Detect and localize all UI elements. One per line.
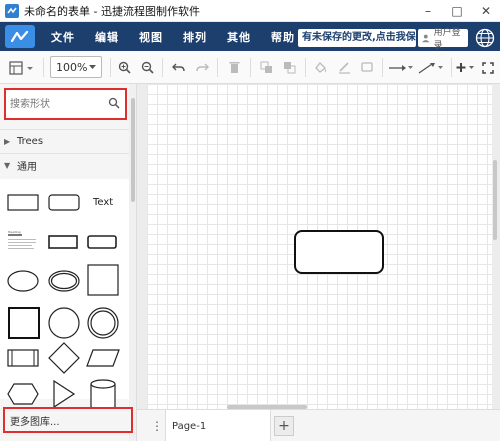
add-page-button[interactable]: + xyxy=(274,416,294,436)
chevron-down-icon xyxy=(89,64,96,69)
insert-icon[interactable] xyxy=(455,59,477,76)
zoom-select[interactable]: 100% xyxy=(50,56,102,78)
minimize-button[interactable]: – xyxy=(414,0,442,22)
menu-other[interactable]: 其他 xyxy=(227,29,251,45)
line-color-icon[interactable] xyxy=(336,59,352,76)
shape-rounded-rectangle[interactable] xyxy=(48,194,80,211)
section-label: 通用 xyxy=(17,162,37,173)
zoom-value: 100% xyxy=(56,60,88,74)
zoom-out-icon[interactable] xyxy=(139,59,155,76)
waypoint-icon[interactable] xyxy=(417,59,445,76)
user-icon xyxy=(421,34,430,43)
zoom-in-icon[interactable] xyxy=(116,59,132,76)
shape-cylinder[interactable] xyxy=(90,379,116,411)
canvas-vertical-scrollbar[interactable] xyxy=(493,160,497,240)
maximize-button[interactable]: □ xyxy=(443,0,471,22)
delete-icon[interactable] xyxy=(226,59,242,76)
shape-ellipse[interactable] xyxy=(7,270,39,292)
fill-color-icon[interactable] xyxy=(312,59,328,76)
search-input[interactable] xyxy=(10,95,122,113)
shape-rectangle[interactable] xyxy=(7,194,39,211)
menu-file[interactable]: 文件 xyxy=(51,29,75,45)
section-trees[interactable]: ▶ Trees xyxy=(0,129,129,153)
menu-arrange[interactable]: 排列 xyxy=(183,29,207,45)
canvas-rounded-rectangle[interactable] xyxy=(294,230,384,274)
shape-textbox[interactable] xyxy=(48,235,78,249)
shape-hexagon[interactable] xyxy=(7,383,39,405)
connection-icon[interactable] xyxy=(387,59,415,76)
close-button[interactable]: ✕ xyxy=(472,0,500,22)
shape-bold-square[interactable] xyxy=(8,307,40,339)
search-box xyxy=(4,88,127,120)
to-back-icon[interactable] xyxy=(281,59,297,76)
logo-icon xyxy=(5,25,35,48)
shape-heading-text[interactable] xyxy=(8,234,36,249)
page-tab[interactable]: Page-1 xyxy=(165,410,271,441)
shape-double-ellipse[interactable] xyxy=(48,270,80,292)
shape-square[interactable] xyxy=(87,264,119,296)
undo-icon[interactable] xyxy=(170,59,186,76)
chevron-right-icon: ▶ xyxy=(4,137,11,146)
shape-text[interactable]: Text xyxy=(93,197,113,208)
title-bar: 未命名的表单 - 迅捷流程图制作软件 – □ ✕ xyxy=(0,0,500,22)
page-tab-label: Page-1 xyxy=(172,420,207,432)
login-button[interactable]: 用户登录 xyxy=(418,28,468,51)
shape-process[interactable] xyxy=(7,349,39,367)
fullscreen-icon[interactable] xyxy=(480,59,496,76)
shadow-icon[interactable] xyxy=(359,59,375,76)
toolbar: 100% xyxy=(0,51,500,84)
login-label: 用户登录 xyxy=(433,28,461,51)
window-title: 未命名的表单 - 迅捷流程图制作软件 xyxy=(24,4,200,18)
page-menu-icon[interactable]: ⋮ xyxy=(150,417,164,435)
chevron-down-icon: ▼ xyxy=(4,161,11,170)
shape-sidebar: ▶ Trees ▼ 通用 xyxy=(0,84,137,441)
section-label: Trees xyxy=(17,136,44,147)
shape-diamond[interactable] xyxy=(48,342,80,374)
menu-view[interactable]: 视图 xyxy=(139,29,163,45)
more-libraries-button[interactable]: 更多图库... xyxy=(3,407,133,433)
page-view-icon[interactable] xyxy=(8,59,36,76)
page-bar: ⋮ Page-1 + xyxy=(137,409,500,441)
app-icon xyxy=(5,3,19,18)
shape-rounded-textbox[interactable] xyxy=(87,235,117,249)
shape-circle[interactable] xyxy=(48,307,80,339)
unsaved-changes-button[interactable]: 有未保存的更改,点击我保存 xyxy=(298,29,416,47)
sidebar-scroll-thumb[interactable] xyxy=(131,98,135,202)
section-general[interactable]: ▼ 通用 xyxy=(0,153,129,177)
shape-heading-label: Heading xyxy=(8,230,21,234)
menu-help[interactable]: 帮助 xyxy=(271,29,295,45)
globe-icon[interactable] xyxy=(475,28,495,48)
search-icon[interactable] xyxy=(108,97,120,109)
redo-icon[interactable] xyxy=(194,59,210,76)
menu-edit[interactable]: 编辑 xyxy=(95,29,119,45)
shape-palette: Text Heading xyxy=(0,179,129,411)
shape-triangle[interactable] xyxy=(53,379,76,409)
shape-parallelogram[interactable] xyxy=(86,349,120,367)
to-front-icon[interactable] xyxy=(258,59,274,76)
shape-double-circle[interactable] xyxy=(87,307,119,339)
